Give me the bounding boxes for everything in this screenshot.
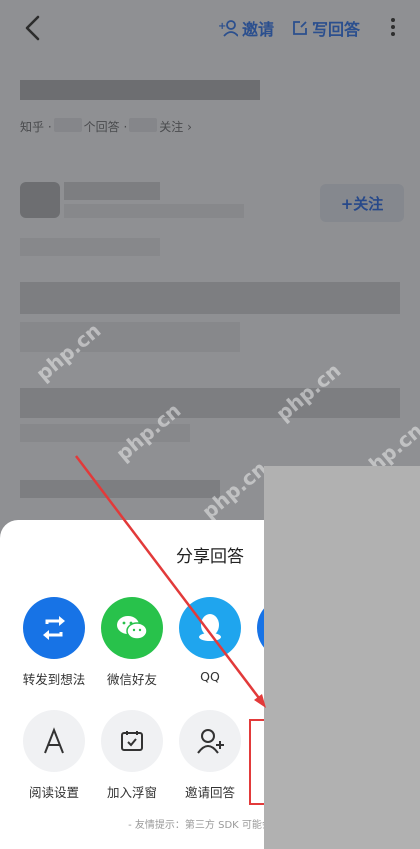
qq-icon [179,597,241,659]
share-wechat-label: 微信好友 [106,672,157,687]
invite-button[interactable]: + 邀请 [218,16,274,40]
actions-row: 阅读设置 加入浮窗 邀请回答 [22,710,242,801]
wechat-icon [101,597,163,659]
add-floating-window-label: 加入浮窗 [106,785,157,800]
share-repost-thought[interactable]: 转发到想法 [22,597,86,688]
author-name-blurred [64,182,160,200]
follow-button[interactable]: +关注 [320,184,404,222]
write-answer-label: 写回答 [312,20,361,39]
invite-answer-button[interactable]: 邀请回答 [178,710,242,801]
share-wechat-friend[interactable]: 微信好友 [100,597,164,688]
svg-text:+: + [218,21,226,32]
share-qq[interactable]: QQ [178,597,242,688]
edit-icon [293,21,307,35]
top-bar: + 邀请 写回答 [0,0,420,56]
font-a-icon [23,710,85,772]
more-options-icon[interactable] [388,16,398,38]
author-avatar[interactable] [20,182,60,218]
invite-label: 邀请 [242,20,275,39]
back-button[interactable] [22,14,44,42]
floating-window-icon [101,710,163,772]
add-floating-window-button[interactable]: 加入浮窗 [100,710,164,801]
repost-icon [23,597,85,659]
chevron-left-icon [25,15,40,41]
share-repost-label: 转发到想法 [22,672,86,687]
question-meta[interactable]: 知乎 · 个回答 · 关注 › [20,118,192,135]
invite-answer-label: 邀请回答 [184,785,235,800]
invite-user-icon: + [218,20,238,37]
image-overlay-block [264,466,420,849]
share-qq-label: QQ [200,669,220,684]
invite-user-icon [179,710,241,772]
author-bio-blurred [64,204,244,218]
write-answer-button[interactable]: 写回答 [292,16,360,40]
reading-settings-button[interactable]: 阅读设置 [22,710,86,801]
reading-settings-label: 阅读设置 [28,785,79,800]
